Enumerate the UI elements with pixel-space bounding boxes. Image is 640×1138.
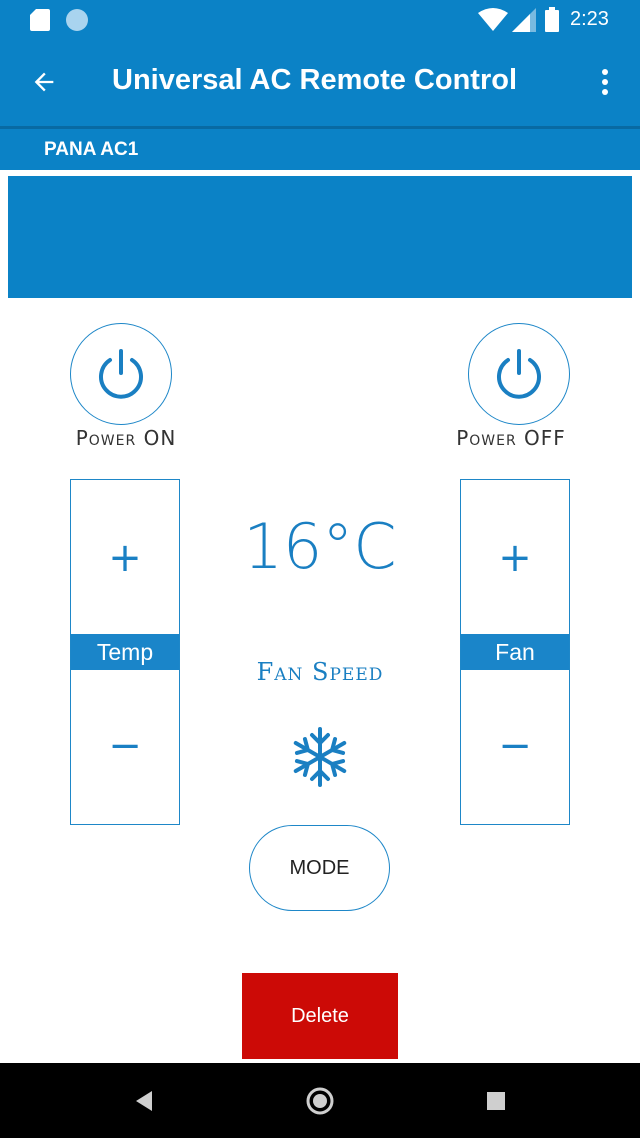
fan-label: Fan (461, 634, 569, 670)
wifi-icon (478, 8, 508, 31)
fan-up-button[interactable]: + (461, 498, 569, 618)
device-tab-strip: PANA AC1 (0, 129, 640, 170)
fan-speed-label: Fan Speed (256, 658, 384, 686)
temp-up-button[interactable]: + (71, 498, 179, 618)
snowflake-icon (293, 727, 347, 787)
temp-down-button[interactable]: − (71, 686, 179, 806)
mode-button[interactable]: MODE (249, 825, 390, 911)
more-vert-icon (602, 69, 608, 95)
nav-home-icon[interactable] (306, 1087, 334, 1115)
fan-stepper: + Fan − (460, 479, 570, 825)
power-on-label: Power ON (75, 426, 177, 450)
power-icon (99, 349, 143, 399)
back-button[interactable] (24, 62, 64, 102)
fan-down-button[interactable]: − (461, 686, 569, 806)
page-title: Universal AC Remote Control (112, 64, 517, 96)
battery-icon (545, 7, 559, 32)
power-off-label: Power OFF (456, 426, 566, 450)
sd-card-icon (30, 9, 50, 31)
nav-back-icon[interactable] (132, 1089, 156, 1113)
notification-dot-icon (66, 9, 88, 31)
power-off-button[interactable] (468, 323, 570, 425)
nav-recents-icon[interactable] (487, 1092, 505, 1110)
temp-label: Temp (71, 634, 179, 670)
temperature-readout: 16°C (243, 510, 397, 583)
arrow-left-icon (34, 72, 54, 92)
power-on-button[interactable] (70, 323, 172, 425)
signal-icon (512, 8, 536, 32)
device-tab[interactable]: PANA AC1 (44, 139, 138, 161)
temp-stepper: + Temp − (70, 479, 180, 825)
status-bar: 2:23 (0, 0, 640, 40)
overflow-menu-button[interactable] (588, 62, 622, 102)
app-bar: Universal AC Remote Control (0, 40, 640, 126)
delete-button[interactable]: Delete (242, 973, 398, 1059)
remote-display-panel (8, 176, 632, 298)
power-icon (497, 349, 541, 399)
system-nav-bar (0, 1063, 640, 1138)
status-time: 2:23 (570, 8, 609, 30)
